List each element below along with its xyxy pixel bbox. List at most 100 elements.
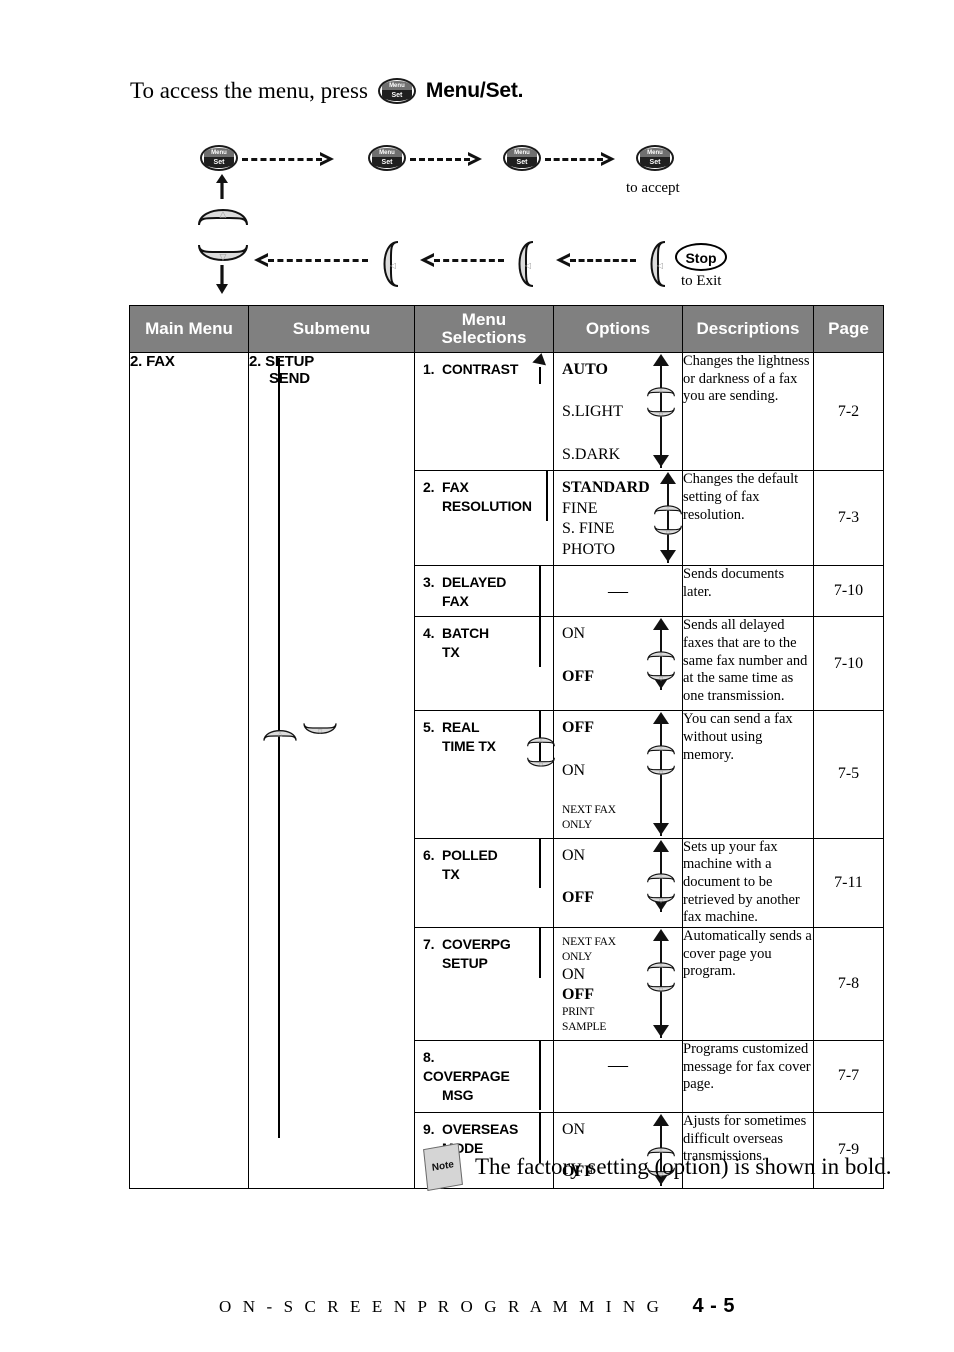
options-rail-arrow-down xyxy=(652,1024,670,1042)
note-line: Note The factory setting (option) is sho… xyxy=(423,1142,892,1192)
selection-up-arrow-key-icon[interactable]: △ xyxy=(526,729,556,754)
svg-text:△: △ xyxy=(659,652,664,658)
options-rail-arrow-down xyxy=(659,549,677,567)
description-cell: You can send a fax without using memory. xyxy=(682,710,814,839)
menu-selection-cell: 5. REAL TIME TX △ ▽ xyxy=(414,710,556,839)
svg-text:△: △ xyxy=(220,210,227,220)
options-cell: NEXT FAX ONLY ON OFF PRINT SAMPLE △ ▽ xyxy=(553,927,683,1042)
svg-text:△: △ xyxy=(278,730,283,737)
svg-text:△: △ xyxy=(539,738,544,744)
options-down-arrow-key-icon[interactable]: ▽ xyxy=(653,523,683,548)
menu-selection-number: 9. xyxy=(423,1120,435,1137)
menu-table: Main Menu Submenu Menu Selections Option… xyxy=(129,305,884,1189)
options-down-arrow-key-icon[interactable]: ▽ xyxy=(646,980,676,1005)
options-up-arrow-key-icon[interactable]: △ xyxy=(646,379,676,404)
col-header-menu-selections: Menu Selections xyxy=(414,305,554,353)
svg-text:△: △ xyxy=(659,746,664,752)
description-text: Changes the lightness or darkness of a f… xyxy=(683,353,810,405)
table-header-row: Main Menu Submenu Menu Selections Option… xyxy=(129,305,884,353)
option-item: OFF xyxy=(562,667,594,685)
diagram-menu-key-1[interactable]: Menu Set xyxy=(200,145,238,176)
main-menu-label: 2. FAX xyxy=(130,353,175,370)
submenu-down-arrow-key-icon[interactable]: ▽ xyxy=(302,720,338,744)
page-number: 7-5 xyxy=(837,765,860,783)
page-footer: O N - S C R E E N P R O G R A M M I N G … xyxy=(0,1295,954,1318)
key-bottom-label: Set xyxy=(640,157,670,168)
svg-text:▽: ▽ xyxy=(539,763,544,769)
page-cell: 7-7 xyxy=(813,1039,884,1113)
diagram-menu-key-2[interactable]: Menu Set xyxy=(368,145,406,176)
options-rail-arrow-up xyxy=(652,839,670,857)
submenu-label: 2. SETUP SEND xyxy=(249,353,414,387)
menu-selection-cell: 3. DELAYED FAX xyxy=(414,565,554,618)
description-text: Automatically sends a cover page you pro… xyxy=(683,928,812,980)
options-list: STANDARD FINE S. FINE PHOTO xyxy=(562,478,650,560)
selection-rail-arrow-up xyxy=(531,353,549,376)
col-header-options: Options xyxy=(553,305,683,353)
selection-down-arrow-key-icon[interactable]: ▽ xyxy=(526,755,556,780)
submenu-label-l1: 2. SETUP xyxy=(249,353,315,370)
description-cell: Sends documents later. xyxy=(682,565,814,618)
key-bottom-label: Set xyxy=(372,157,402,168)
diagram-menu-key-3[interactable]: Menu Set xyxy=(503,145,541,176)
menu-selection-number: 5. xyxy=(423,719,435,736)
page-number: 7-10 xyxy=(833,582,864,600)
options-up-arrow-key-icon[interactable]: △ xyxy=(653,497,683,522)
options-rail-arrow-down xyxy=(652,822,670,840)
flow-arrow-left-3 xyxy=(250,250,270,275)
page-number: 7-2 xyxy=(837,402,860,420)
options-cell: — xyxy=(553,1039,683,1113)
page-cell: 7-3 xyxy=(813,470,884,567)
option-item: ON xyxy=(562,965,586,983)
option-item: PHOTO xyxy=(562,540,616,558)
options-rail-arrow-up xyxy=(652,1113,670,1131)
options-down-arrow-key-icon[interactable]: ▽ xyxy=(646,763,676,788)
menu-selection-cell: 7. COVERPG SETUP xyxy=(414,927,554,1041)
main-menu-cell: 2. FAX xyxy=(129,352,249,1189)
svg-text:▽: ▽ xyxy=(666,531,671,537)
diagram-menu-key-4[interactable]: Menu Set xyxy=(636,145,674,176)
option-item: ON xyxy=(562,761,586,779)
svg-text:◁: ◁ xyxy=(524,261,531,270)
key-bottom-label: Set xyxy=(507,157,537,168)
note-text: The factory setting (option) is shown in… xyxy=(475,1154,892,1179)
svg-text:▽: ▽ xyxy=(318,728,323,735)
up-arrow-key-icon[interactable]: △ xyxy=(196,195,250,229)
to-exit-caption: to Exit xyxy=(681,273,722,289)
description-text: Sends documents later. xyxy=(683,566,785,600)
submenu-up-arrow-key-icon[interactable]: △ xyxy=(262,720,298,744)
options-down-arrow-key-icon[interactable]: ▽ xyxy=(646,669,676,694)
menu-set-key-icon[interactable]: Menu Set xyxy=(377,78,416,104)
menu-selection-line2: TX xyxy=(442,865,460,882)
col-header-submenu: Submenu xyxy=(248,305,415,353)
page-number: 7-10 xyxy=(833,654,864,672)
options-rail-arrow-up xyxy=(652,353,670,371)
option-item: NEXT FAX ONLY xyxy=(562,936,616,963)
option-item: OFF xyxy=(562,986,594,1003)
description-cell: Sets up your fax machine with a document… xyxy=(682,837,814,929)
menu-selection-line1: CONTRAST xyxy=(442,361,519,377)
options-up-arrow-key-icon[interactable]: △ xyxy=(646,643,676,668)
description-text: Programs customized message for fax cove… xyxy=(683,1040,811,1093)
menu-selection-number: 6. xyxy=(423,846,435,863)
options-up-arrow-key-icon[interactable]: △ xyxy=(646,954,676,979)
option-item: FINE xyxy=(562,499,598,517)
stop-key-icon[interactable]: Stop xyxy=(675,243,727,271)
options-up-arrow-key-icon[interactable]: △ xyxy=(646,865,676,890)
options-down-arrow-key-icon[interactable]: ▽ xyxy=(646,891,676,916)
options-rail-arrow-up xyxy=(652,711,670,729)
menu-selection-label: 8. COVERPAGE MSG xyxy=(423,1048,525,1105)
menu-selection-label: 7. COVERPG SETUP xyxy=(423,935,525,973)
left-arrow-key-icon-3[interactable]: ◁ xyxy=(374,239,404,289)
options-up-arrow-key-icon[interactable]: △ xyxy=(646,737,676,762)
flow-arrow-left-1 xyxy=(552,250,572,275)
left-arrow-key-icon-2[interactable]: ◁ xyxy=(509,239,539,289)
flow-arrow-right-2 xyxy=(466,149,486,174)
svg-text:▽: ▽ xyxy=(659,677,664,683)
left-arrow-key-icon-1[interactable]: ◁ xyxy=(641,239,671,289)
menu-selection-label: 2. FAX RESOLUTION xyxy=(423,478,532,516)
options-list: OFF ON NEXT FAX ONLY xyxy=(562,718,636,832)
col-header-menu-selections-l2: Selections xyxy=(441,328,527,347)
options-cell: ON OFF △ ▽ xyxy=(553,837,683,929)
options-down-arrow-key-icon[interactable]: ▽ xyxy=(646,405,676,430)
